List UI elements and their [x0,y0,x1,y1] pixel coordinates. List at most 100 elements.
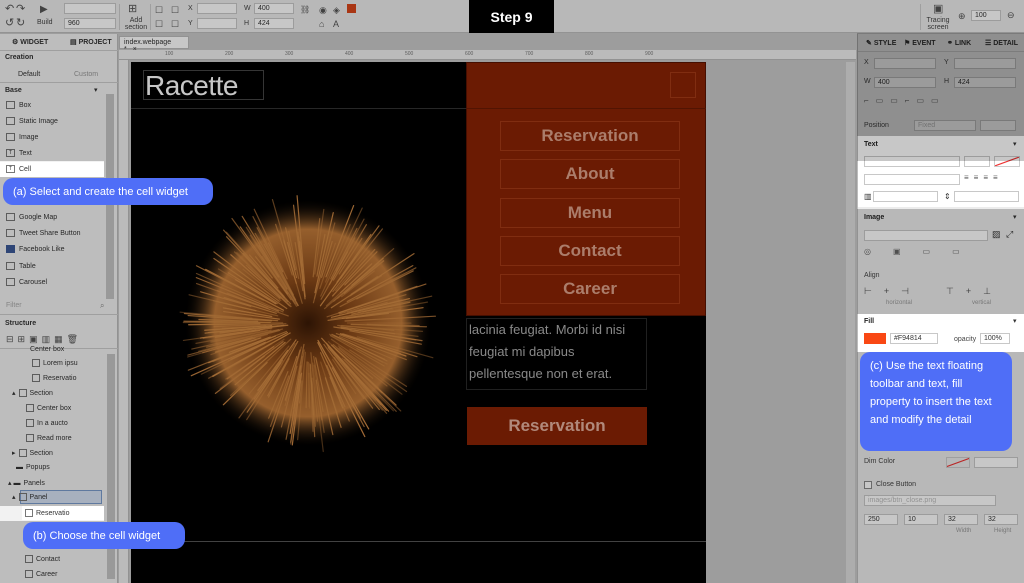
close-y-input[interactable]: 10 [904,514,938,525]
tracing-icon[interactable]: ▣ [933,3,943,15]
menu-item-reservation[interactable]: Reservation [500,121,680,151]
menu-item-career[interactable]: Career [500,274,680,304]
chevron-down-icon[interactable]: ▾ [1013,317,1017,325]
fill-color-swatch[interactable] [864,333,886,344]
chevron-down-icon[interactable]: ▾ [1013,213,1017,221]
widget-item-google-map[interactable]: Google Map [6,213,57,221]
w-input[interactable]: 400 [874,77,936,88]
widget-item-tweet-share[interactable]: Tweet Share Button [6,229,80,237]
dim-color-swatch[interactable] [946,457,970,468]
x-input[interactable] [874,58,936,69]
checkbox-icon[interactable]: ☐ [155,18,163,30]
text-color-swatch[interactable] [994,156,1020,167]
menu-item-contact[interactable]: Contact [500,236,680,266]
fill-icon[interactable]: ◈ [333,4,340,16]
tab-detail[interactable]: ☰ DETAIL [985,39,1018,47]
tree-item[interactable]: Reservatio [32,374,76,382]
add-section-button[interactable]: Add section [124,17,148,31]
device-select[interactable] [64,3,116,14]
undo-icon[interactable]: ↶ [5,3,14,15]
close-width-input[interactable]: 32 [944,514,978,525]
tree-item[interactable]: Read more [26,434,72,442]
canvas-scrollbar[interactable] [846,62,855,583]
image-browse-icon[interactable]: ▨ [992,229,1001,240]
image-option-icons[interactable]: ◎▣▭▭ [864,247,982,256]
search-icon[interactable]: ⌕ [100,301,104,311]
tree-item[interactable]: ▬ Popups [16,464,50,471]
widget-item-image[interactable]: Image [6,133,38,141]
font-size-select[interactable] [964,156,990,167]
position-unit-select[interactable] [980,120,1016,131]
tab-custom[interactable]: Custom [74,71,98,78]
fill-hex-input[interactable]: #F94814 [890,333,938,344]
size-option-icons[interactable]: ⌐▭▭⌐▭▭ [864,96,946,105]
h-input[interactable]: 424 [254,18,294,29]
tab-style[interactable]: ✎ STYLE [866,39,896,47]
tree-item[interactable]: ▸ Section [12,449,53,457]
close-x-input[interactable]: 250 [864,514,898,525]
zoom-out-icon[interactable]: ⊖ [1007,9,1015,21]
opacity-input[interactable]: 100% [980,333,1010,344]
tree-item[interactable]: Lorem ipsu [32,359,78,367]
tree-item-cell[interactable]: Reservatio [25,509,69,517]
widget-item-carousel[interactable]: Carousel [6,278,47,286]
x-input[interactable] [197,3,237,14]
tree-item[interactable]: Contact [25,555,60,563]
menu-item-about[interactable]: About [500,159,680,189]
filter-input[interactable]: Filter [6,302,22,309]
checkbox-icon[interactable]: ☐ [171,4,179,16]
checkbox-icon[interactable]: ☐ [155,4,163,16]
vertical-align-icons[interactable]: ⊤+⊥ [946,286,1003,297]
eye-icon[interactable]: ◉ [319,4,327,16]
link-icon[interactable]: ⛓ [300,4,310,16]
y-input[interactable] [954,58,1016,69]
site-logo[interactable]: Racette [143,70,264,101]
expand-icon[interactable]: ⤢ [1006,229,1013,240]
tab-default[interactable]: Default [18,71,40,78]
widget-item-facebook-like[interactable]: Facebook Like [6,245,65,253]
add-section-icon[interactable]: ⊞ [128,3,137,15]
body-paragraph[interactable]: lacinia feugiat. Morbi id nisi feugiat m… [466,318,647,390]
menu-item-menu[interactable]: Menu [500,198,680,228]
document-tab[interactable]: index.webpage *× [119,36,189,53]
tab-link[interactable]: ⚭ LINK [947,39,971,47]
lock-icon[interactable]: ⌂ [319,18,324,30]
zoom-select[interactable]: 100 [971,10,1001,21]
horizontal-align-icons[interactable]: ⊢+⊣ [864,286,921,297]
widget-item-static-image[interactable]: Static Image [6,117,58,125]
chevron-down-icon[interactable]: ▾ [94,86,98,94]
menu-close-cell[interactable] [670,72,696,98]
tab-event[interactable]: ⚑ EVENT [904,39,936,47]
position-select[interactable]: Fixed [914,120,976,131]
text-align-icons[interactable]: ≡≡≡≡ [964,173,1003,182]
font-family-select[interactable] [864,156,960,167]
widget-item-cell[interactable]: T Cell [6,165,31,173]
tree-item[interactable]: ▴ Section [12,389,53,397]
image-select[interactable] [864,230,988,241]
close-height-input[interactable]: 32 [984,514,1018,525]
widget-item-text[interactable]: T Text [6,149,32,157]
tracing-screen-button[interactable]: Tracing screen [926,17,950,31]
dim-opacity-input[interactable] [974,457,1018,468]
tab-widget[interactable]: ⚙ WIDGET [12,38,48,46]
h-input[interactable]: 424 [954,77,1016,88]
widget-item-box[interactable]: Box [6,101,31,109]
letter-spacing-input[interactable] [954,191,1019,202]
undo-all-icon[interactable]: ↺ [5,17,14,29]
tree-item[interactable]: Career [25,570,57,578]
line-height-input[interactable] [873,191,938,202]
w-input[interactable]: 400 [254,3,294,14]
build-button[interactable]: Build [37,19,53,26]
zoom-icon[interactable]: ⊕ [958,10,966,22]
tree-item[interactable]: ▴ ▬ Panels [8,479,45,488]
widget-item-table[interactable]: Table [6,262,36,270]
y-input[interactable] [197,18,237,29]
reservation-cta-button[interactable]: Reservation [467,407,647,445]
font-weight-select[interactable] [864,174,960,185]
text-color-icon[interactable]: A [333,18,339,30]
width-input[interactable]: 960 [64,18,116,29]
close-button-checkbox[interactable] [864,481,872,489]
refresh-icon[interactable]: ↻ [16,17,25,29]
play-icon[interactable]: ▶ [40,4,48,16]
tree-item-panel[interactable]: ▴ Panel [12,493,47,501]
